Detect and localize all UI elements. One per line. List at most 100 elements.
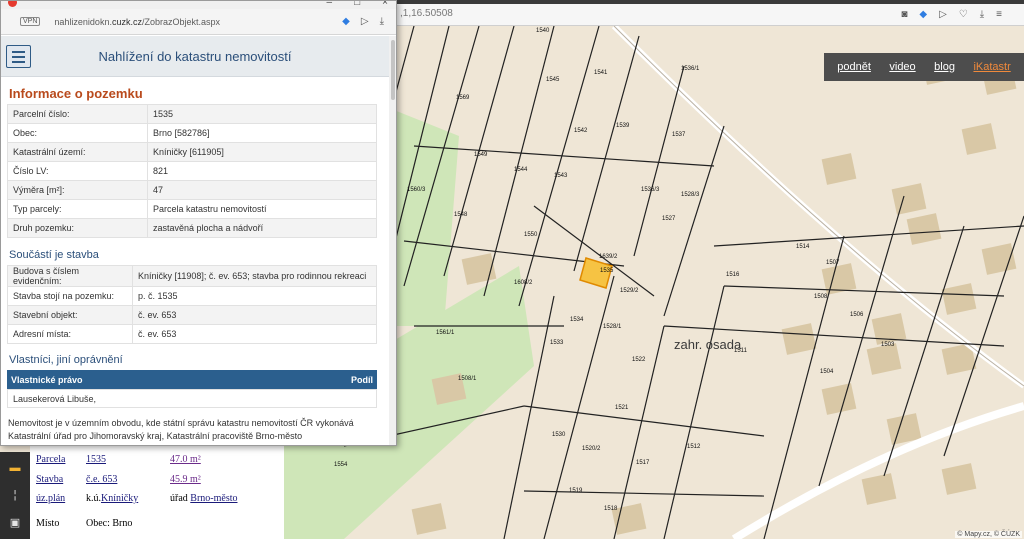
- table-row: Stavba stojí na pozemku: p. č. 1535: [7, 286, 377, 306]
- parcel-label: 1528/3: [681, 192, 700, 198]
- menu-icon[interactable]: ≡: [996, 9, 1002, 20]
- parcela-number-link[interactable]: 1535: [86, 454, 170, 465]
- parcel-label: 1549: [474, 152, 488, 158]
- ku-link[interactable]: Kníničky: [101, 493, 138, 504]
- parcel-label: 1517: [636, 460, 650, 466]
- parcel-label: 1536/3: [641, 187, 660, 193]
- parcel-label: 1518: [604, 506, 618, 512]
- send-icon[interactable]: ▷: [939, 9, 947, 20]
- owners-col-share: Podíl: [351, 374, 373, 385]
- stavba-area-link[interactable]: 45.9 m²: [170, 474, 270, 485]
- stavba-table: Budova s číslem evidenčním: Kníničky [119…: [7, 265, 377, 344]
- table-row: Číslo LV: 821: [7, 161, 377, 181]
- parcel-label: 1527: [662, 216, 676, 222]
- table-row: Typ parcely: Parcela katastru nemovitostí: [7, 199, 377, 219]
- building-footprint: [961, 123, 997, 155]
- parcel-label: 1516: [726, 272, 740, 278]
- parcel-label: 1506: [850, 312, 864, 318]
- pozemek-table: Parcelní číslo: 1535 Obec: Brno [582786] K…: [7, 104, 377, 238]
- parcel-label: 1540: [536, 28, 550, 34]
- table-row: Katastrální území: Kníničky [611905]: [7, 142, 377, 162]
- nav-ikatastr[interactable]: iKatastr: [973, 61, 1010, 73]
- parcel-label: 1507: [826, 260, 840, 266]
- parcel-label: 1536/1: [681, 66, 700, 72]
- popup-titlebar[interactable]: – □ ×: [1, 1, 396, 9]
- frame-icon[interactable]: ▣: [0, 511, 30, 533]
- stavba-link[interactable]: Stavba: [36, 474, 86, 485]
- table-row: Druh pozemku: zastavěná plocha a nádvoří: [7, 218, 377, 238]
- parcel-label: 1545: [546, 77, 560, 83]
- parcel-label: 1537: [672, 132, 686, 138]
- ku-prefix: k.ú.: [86, 493, 101, 504]
- parcel-label: 1569: [456, 95, 470, 101]
- owner-name: Lausekerová Libuše,: [13, 393, 97, 404]
- parcel-label: 1529/2: [620, 288, 639, 294]
- app-title: Nahlížení do katastru nemovitostí: [98, 49, 292, 64]
- parcela-link[interactable]: Parcela: [36, 454, 86, 465]
- vlastnici-heading: Vlastníci, jiní oprávnění: [9, 354, 123, 366]
- info-icon[interactable]: ¦: [0, 484, 30, 506]
- parcela-area-link[interactable]: 47.0 m²: [170, 454, 270, 465]
- parcel-label: 1542: [574, 128, 588, 134]
- table-row: Obec: Brno [582786]: [7, 123, 377, 143]
- close-icon[interactable]: ×: [382, 1, 388, 8]
- send-icon[interactable]: ▷: [361, 16, 369, 27]
- download-icon[interactable]: ⤓: [980, 9, 984, 20]
- jurisdiction-note: Nemovitost je v územním obvodu, kde stát…: [8, 418, 354, 441]
- parcel-label: 1522: [632, 357, 646, 363]
- parcel-label: 1544: [514, 167, 528, 173]
- popup-url[interactable]: nahlizenidokn.cuzk.cz/ZobrazObjekt.aspx: [54, 17, 220, 27]
- nav-video[interactable]: video: [889, 61, 915, 73]
- background-address-bar[interactable]: ,1,16.50508 ◙ ◆ ▷ ♡ ⤓ ≡: [396, 4, 1024, 26]
- site-icon: [8, 1, 17, 7]
- parcel-label: 1503: [881, 342, 895, 348]
- popup-address-bar[interactable]: VPN nahlizenidokn.cuzk.cz/ZobrazObjekt.a…: [1, 9, 396, 35]
- app-header: Nahlížení do katastru nemovitostí: [1, 36, 389, 77]
- maximize-icon[interactable]: □: [354, 1, 360, 8]
- parcel-label: 1508/1: [458, 376, 477, 382]
- parcel-info-panel: Parcela 1535 47.0 m² Stavba č.e. 653 45.…: [30, 446, 284, 539]
- popup-scrollbar[interactable]: [389, 36, 396, 445]
- parcel-label: 1541: [594, 70, 608, 76]
- building-footprint: [861, 473, 897, 505]
- parcel-label: 1520/2: [582, 446, 601, 452]
- area-label: zahr. osada: [674, 337, 742, 352]
- parcel-label: 1560/3: [407, 187, 426, 193]
- minimize-icon[interactable]: –: [327, 1, 333, 8]
- shield-icon[interactable]: ◆: [919, 9, 927, 20]
- nav-blog[interactable]: blog: [934, 61, 955, 73]
- parcel-label: 1512: [687, 444, 701, 450]
- building-footprint: [941, 463, 977, 495]
- heart-icon[interactable]: ♡: [959, 9, 968, 20]
- parcel-label: 1504: [820, 369, 834, 375]
- parcel-label: 1533: [550, 340, 564, 346]
- camera-icon[interactable]: ◙: [901, 9, 907, 20]
- building-footprint: [906, 213, 942, 245]
- urad-link[interactable]: Brno-město: [190, 493, 237, 504]
- misto-value: Obec: Brno: [86, 518, 133, 529]
- nav-podnet[interactable]: podnět: [837, 61, 871, 73]
- popup-window: – □ × VPN nahlizenidokn.cuzk.cz/ZobrazOb…: [0, 0, 397, 446]
- parcel-label: 1548: [454, 212, 468, 218]
- building-footprint: [411, 503, 447, 535]
- urad-prefix: úřad: [170, 493, 188, 504]
- map-credit: © Mapy.cz, © ČÚZK: [955, 531, 1022, 538]
- stavba-number-link[interactable]: č.e. 653: [86, 474, 170, 485]
- comment-icon[interactable]: ▬: [0, 457, 30, 479]
- parcel-label: 1521: [615, 405, 629, 411]
- parcel-label: 1530: [552, 432, 566, 438]
- background-url[interactable]: ,1,16.50508: [400, 8, 453, 19]
- download-icon[interactable]: ⤓: [380, 16, 384, 27]
- building-footprint: [981, 243, 1017, 275]
- parcel-label: 1639/2: [599, 254, 618, 260]
- table-row: Stavební objekt: č. ev. 653: [7, 305, 377, 325]
- pozemek-heading: Informace o pozemku: [9, 86, 143, 101]
- left-tool-rail: ▬ ¦ ▣: [0, 452, 30, 539]
- scrollbar-thumb[interactable]: [391, 40, 395, 100]
- uz-plan-link[interactable]: úz.plán: [36, 493, 86, 504]
- shield-icon[interactable]: ◆: [342, 16, 350, 27]
- parcel-label: 1543: [554, 173, 568, 179]
- owners-table-header: Vlastnické právo Podíl: [7, 370, 377, 389]
- vpn-badge[interactable]: VPN: [20, 17, 41, 26]
- table-row: Budova s číslem evidenčním: Kníničky [119…: [7, 265, 377, 287]
